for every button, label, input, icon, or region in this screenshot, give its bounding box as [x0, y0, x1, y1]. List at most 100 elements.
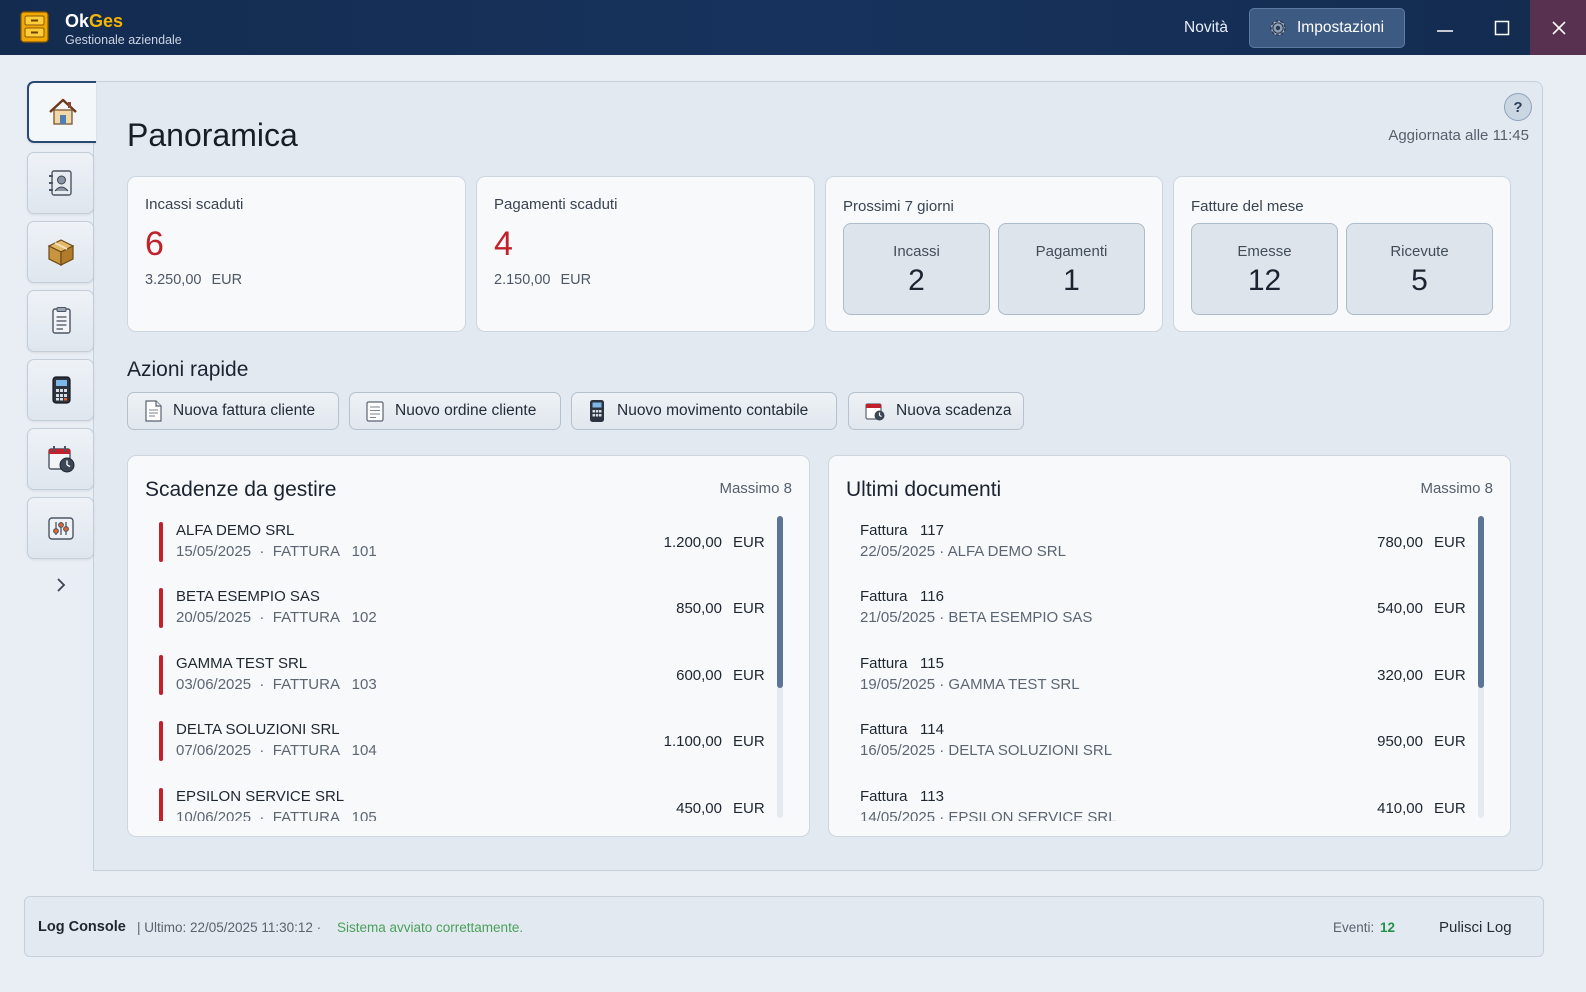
row-amount: 950,00	[1377, 733, 1423, 750]
nav-documents[interactable]	[27, 290, 94, 352]
documento-row[interactable]: Fattura 115 19/05/2025 · GAMMA TEST SRL …	[829, 647, 1510, 713]
clear-log-button[interactable]: Pulisci Log	[1431, 913, 1520, 943]
row-currency: EUR	[1434, 800, 1466, 817]
row-amount: 410,00	[1377, 800, 1423, 817]
subcard-pagamenti[interactable]: Pagamenti 1	[998, 223, 1145, 315]
row-currency: EUR	[733, 600, 765, 617]
overdue-indicator	[159, 522, 163, 562]
nav-accounting[interactable]	[27, 359, 94, 421]
order-document-icon	[366, 401, 384, 422]
subcard-ricevute[interactable]: Ricevute 5	[1346, 223, 1493, 315]
subcard-label: Ricevute	[1390, 243, 1449, 260]
novita-button[interactable]: Novità	[1176, 10, 1236, 46]
card-count: 4	[494, 225, 513, 263]
nav-deadlines[interactable]	[27, 428, 94, 490]
row-name: DELTA SOLUZIONI SRL	[176, 721, 340, 738]
row-details: 14/05/2025 · EPSILON SERVICE SRL	[860, 809, 1117, 821]
documento-row[interactable]: Fattura 117 22/05/2025 · ALFA DEMO SRL 7…	[829, 514, 1510, 580]
log-message: Sistema avviato correttamente.	[337, 920, 524, 935]
row-amount: 600,00	[676, 667, 722, 684]
new-accounting-entry-button[interactable]: Nuovo movimento contabile	[571, 392, 837, 430]
subcard-incassi[interactable]: Incassi 2	[843, 223, 990, 315]
panel-max-label: Massimo 8	[719, 480, 792, 497]
subcard-value: 12	[1247, 264, 1282, 297]
row-currency: EUR	[1434, 600, 1466, 617]
settings-label: Impostazioni	[1297, 19, 1385, 36]
subcard-value: 5	[1411, 264, 1428, 297]
scrollbar-thumb[interactable]	[1478, 516, 1484, 688]
card-label: Pagamenti scaduti	[494, 196, 618, 213]
help-button[interactable]: ?	[1504, 93, 1532, 121]
row-name: ALFA DEMO SRL	[176, 522, 295, 539]
card-fatture-del-mese: Fatture del mese Emesse 12 Ricevute 5	[1173, 176, 1511, 332]
document-icon	[51, 307, 71, 334]
maximize-button[interactable]	[1473, 0, 1531, 55]
row-title: Fattura 113	[860, 788, 944, 805]
calendar-clock-icon	[47, 446, 74, 473]
card-amount: 3.250,00 EUR	[145, 272, 243, 288]
scadenza-row[interactable]: DELTA SOLUZIONI SRL 07/06/2025 · FATTURA…	[128, 713, 809, 779]
card-pagamenti-scaduti[interactable]: Pagamenti scaduti 4 2.150,00 EUR	[476, 176, 815, 332]
documenti-scrollbar[interactable]	[1478, 516, 1484, 818]
quick-button-label: Nuova fattura cliente	[173, 402, 316, 419]
row-details: 03/06/2025 · FATTURA 103	[176, 676, 377, 693]
sidebar-expand-button[interactable]	[49, 573, 73, 597]
scadenza-row[interactable]: ALFA DEMO SRL 15/05/2025 · FATTURA 101 1…	[128, 514, 809, 580]
new-customer-order-button[interactable]: Nuovo ordine cliente	[349, 392, 561, 430]
nav-products[interactable]	[27, 221, 94, 283]
row-currency: EUR	[733, 667, 765, 684]
minimize-button[interactable]	[1416, 0, 1474, 55]
row-name: EPSILON SERVICE SRL	[176, 788, 345, 805]
row-amount: 1.100,00	[663, 733, 722, 750]
overdue-indicator	[159, 788, 163, 821]
nav-contacts[interactable]	[27, 152, 94, 214]
scadenza-row[interactable]: EPSILON SERVICE SRL 10/06/2025 · FATTURA…	[128, 780, 809, 821]
log-last-entry: | Ultimo: 22/05/2025 11:30:12 ·	[137, 920, 322, 935]
log-events-count: Eventi: 12	[1333, 920, 1396, 935]
close-button[interactable]	[1530, 0, 1586, 55]
settings-button[interactable]: Impostazioni	[1249, 8, 1405, 48]
row-currency: EUR	[1434, 733, 1466, 750]
row-currency: EUR	[1434, 534, 1466, 551]
contacts-icon	[48, 170, 72, 196]
documento-row[interactable]: Fattura 114 16/05/2025 · DELTA SOLUZIONI…	[829, 713, 1510, 779]
nav-home[interactable]	[27, 81, 96, 143]
subcard-label: Pagamenti	[1035, 243, 1108, 260]
scadenze-scrollbar[interactable]	[777, 516, 783, 818]
row-currency: EUR	[733, 534, 765, 551]
panel-max-label: Massimo 8	[1420, 480, 1493, 497]
close-icon	[1552, 20, 1566, 35]
scrollbar-thumb[interactable]	[777, 516, 783, 688]
row-details: 07/06/2025 · FATTURA 104	[176, 742, 377, 759]
quick-actions-title: Azioni rapide	[127, 358, 249, 381]
new-customer-invoice-button[interactable]: Nuova fattura cliente	[127, 392, 339, 430]
card-amount: 2.150,00 EUR	[494, 272, 592, 288]
quick-button-label: Nuovo ordine cliente	[395, 402, 537, 419]
row-amount: 780,00	[1377, 534, 1423, 551]
card-incassi-scaduti[interactable]: Incassi scaduti 6 3.250,00 EUR	[127, 176, 466, 332]
log-console: Log Console | Ultimo: 22/05/2025 11:30:1…	[24, 896, 1544, 957]
row-currency: EUR	[733, 733, 765, 750]
row-amount: 850,00	[676, 600, 722, 617]
scadenza-row[interactable]: BETA ESEMPIO SAS 20/05/2025 · FATTURA 10…	[128, 580, 809, 646]
overdue-indicator	[159, 588, 163, 628]
documento-row[interactable]: Fattura 113 14/05/2025 · EPSILON SERVICE…	[829, 780, 1510, 821]
scadenza-row[interactable]: GAMMA TEST SRL 03/06/2025 · FATTURA 103 …	[128, 647, 809, 713]
overdue-indicator	[159, 721, 163, 761]
row-name: BETA ESEMPIO SAS	[176, 588, 320, 605]
card-prossimi-7-giorni: Prossimi 7 giorni Incassi 2 Pagamenti 1	[825, 176, 1163, 332]
row-title: Fattura 114	[860, 721, 944, 738]
row-details: 22/05/2025 · ALFA DEMO SRL	[860, 543, 1066, 560]
home-icon	[48, 98, 77, 125]
row-currency: EUR	[733, 800, 765, 817]
row-amount: 1.200,00	[663, 534, 722, 551]
subcard-label: Incassi	[893, 243, 940, 260]
calculator-icon	[590, 400, 604, 422]
subcard-emesse[interactable]: Emesse 12	[1191, 223, 1338, 315]
row-title: Fattura 116	[860, 588, 944, 605]
invoice-icon	[145, 400, 162, 422]
new-deadline-button[interactable]: Nuova scadenza	[848, 392, 1024, 430]
documento-row[interactable]: Fattura 116 21/05/2025 · BETA ESEMPIO SA…	[829, 580, 1510, 646]
nav-settings[interactable]	[27, 497, 94, 559]
card-label: Incassi scaduti	[145, 196, 244, 213]
